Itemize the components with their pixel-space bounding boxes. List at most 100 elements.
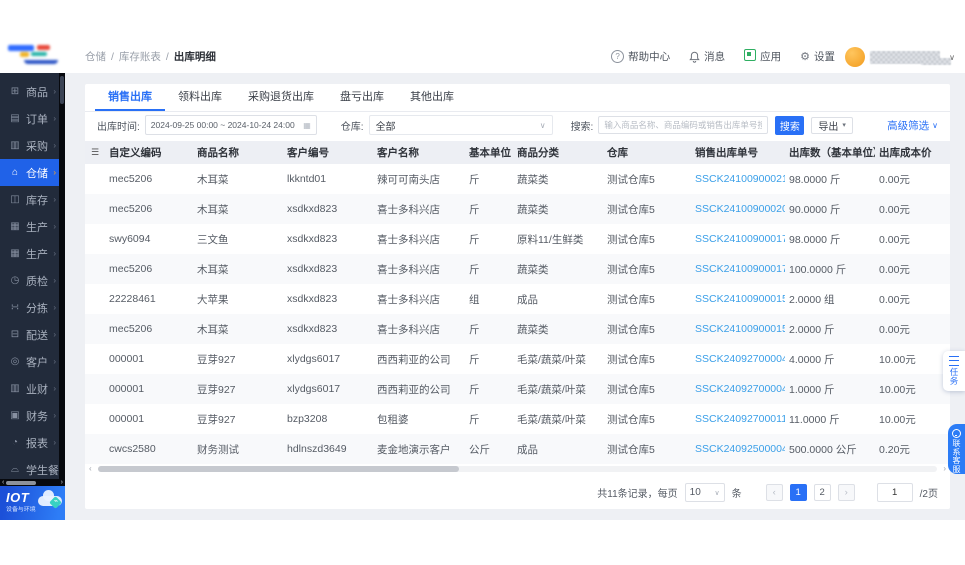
row-spacer xyxy=(85,164,105,194)
table-row: cwcs2580 财务测试 hdlnszd3649 麦金地演示客户 公斤 成品 测试仓库5 S… xyxy=(85,434,950,464)
cell-outbound-no[interactable]: SSCK24092700011 xyxy=(691,404,785,434)
scrollbar-thumb[interactable] xyxy=(98,466,459,472)
cell-customer-code: xsdkxd823 xyxy=(287,293,338,305)
cell-outbound-no[interactable]: SSCK24100900017 xyxy=(691,254,785,284)
cell-product-name: 豆芽927 xyxy=(197,413,236,426)
sidebar-horizontal-scrollbar[interactable]: ‹ › xyxy=(0,479,65,486)
content-area: 销售出库 领料出库 采购退货出库 盘亏出库 其他出库 出库时间: 2024-09-25 … xyxy=(65,73,965,520)
search-button[interactable]: 搜索 xyxy=(775,115,805,135)
sidebar-item-sorting[interactable]: ∺ 分拣 › xyxy=(0,294,65,321)
chevron-down-icon: ∨ xyxy=(714,489,720,497)
breadcrumb-current: 出库明细 xyxy=(173,51,216,63)
cell-cost-price: 10.00元 xyxy=(879,413,916,426)
help-center-label: 帮助中心 xyxy=(628,51,671,63)
page-button-2[interactable]: 2 xyxy=(813,484,831,501)
sidebar-item-warehouse[interactable]: ⌂ 仓储 › xyxy=(0,159,65,186)
date-range-input[interactable]: 2024-09-25 00:00 ~ 2024-10-24 24:00 ▦ xyxy=(144,115,317,135)
production-2-icon: ▦ xyxy=(10,248,20,259)
sidebar-item-production[interactable]: ▦ 生产 › xyxy=(0,213,65,240)
breadcrumb-item[interactable]: 库存账表 xyxy=(119,49,161,64)
tab-purchase-return-outbound[interactable]: 采购退货出库 xyxy=(235,84,327,111)
cell-customer-name: 喜士多科兴店 xyxy=(377,203,440,216)
products-icon: ⊞ xyxy=(10,86,20,97)
cell-customer-name: 辣可可南头店 xyxy=(377,173,440,186)
messages-label: 消息 xyxy=(704,51,726,63)
cell-outbound-no[interactable]: SSCK24100900015 xyxy=(691,284,785,314)
sidebar-item-business-finance[interactable]: ▥ 业财 › xyxy=(0,375,65,402)
cell-base-unit: 组 xyxy=(469,293,480,306)
cell-cost-price: 0.00元 xyxy=(879,263,910,276)
page-button-1[interactable]: 1 xyxy=(789,484,807,501)
sidebar-item-reports[interactable]: ◔ 报表 › xyxy=(0,429,65,456)
page-jump-input[interactable] xyxy=(876,483,913,502)
cell-cost-price: 0.20元 xyxy=(879,443,910,456)
contact-support-button[interactable]: 联系客服 xyxy=(948,424,965,474)
messages-button[interactable]: 消息 xyxy=(689,49,725,64)
cell-quantity: 11.0000 斤 xyxy=(789,413,840,426)
cell-outbound-no[interactable]: SSCK24092700004 xyxy=(691,344,785,374)
search-input[interactable] xyxy=(598,116,769,134)
sidebar-item-purchasing[interactable]: ▥ 采购 › xyxy=(0,132,65,159)
sidebar-item-customers[interactable]: ◎ 客户 › xyxy=(0,348,65,375)
row-spacer xyxy=(85,344,105,374)
apps-button[interactable]: 应用 xyxy=(744,49,781,64)
apps-icon xyxy=(744,49,757,64)
tasks-widget[interactable]: 任务 xyxy=(943,351,965,391)
settings-button[interactable]: ⚙ 设置 xyxy=(800,49,835,64)
cell-warehouse: 测试仓库5 xyxy=(607,293,655,306)
cell-warehouse: 测试仓库5 xyxy=(607,353,655,366)
breadcrumb-item[interactable]: 仓储 xyxy=(85,49,106,64)
task-list-icon xyxy=(949,356,959,366)
tab-other-outbound[interactable]: 其他出库 xyxy=(397,84,467,111)
scroll-right-icon[interactable]: › xyxy=(943,465,946,473)
records-total-text: 共11条记录，每页 xyxy=(597,489,678,500)
sidebar-item-products[interactable]: ⊞ 商品 › xyxy=(0,78,65,105)
export-button[interactable]: 导出 ▾ xyxy=(811,116,853,134)
cell-outbound-no[interactable]: SSCK24100900021 xyxy=(691,164,785,194)
tab-sales-outbound[interactable]: 销售出库 xyxy=(95,84,165,111)
cell-category: 蔬菜类 xyxy=(517,173,549,186)
help-center-button[interactable]: ? 帮助中心 xyxy=(611,49,670,64)
warehouse-select[interactable]: 全部 ∨ xyxy=(368,115,553,135)
sidebar-item-quality-check[interactable]: ◷ 质检 › xyxy=(0,267,65,294)
table-row: mec5206 木耳菜 xsdkxd823 喜士多科兴店 斤 蔬菜类 测试仓库5 SSCK24… xyxy=(85,194,950,224)
cell-base-unit: 斤 xyxy=(469,263,480,276)
scroll-left-icon[interactable]: ‹ xyxy=(89,465,92,473)
cell-cost-price: 10.00元 xyxy=(879,353,916,366)
per-page-unit: 条 xyxy=(731,489,742,500)
cell-outbound-no[interactable]: SSCK24092500004 xyxy=(691,434,785,464)
breadcrumb-separator: / xyxy=(165,50,169,63)
cell-quantity: 1.0000 斤 xyxy=(789,383,835,396)
sidebar-item-inventory[interactable]: ◫ 库存 › xyxy=(0,186,65,213)
sidebar-item-orders[interactable]: ▤ 订单 › xyxy=(0,105,65,132)
per-page-select[interactable]: 10 ∨ xyxy=(684,483,725,502)
cell-product-name: 大苹果 xyxy=(197,293,229,306)
cell-outbound-no[interactable]: SSCK24100900015 xyxy=(691,314,785,344)
next-page-button[interactable]: › xyxy=(837,484,855,501)
sidebar-item-delivery[interactable]: ⊟ 配送 › xyxy=(0,321,65,348)
delivery-icon: ⊟ xyxy=(10,329,20,340)
tab-material-outbound[interactable]: 领料出库 xyxy=(165,84,235,111)
advanced-filter-toggle[interactable]: 高级筛选 ∨ xyxy=(887,118,938,133)
cell-warehouse: 测试仓库5 xyxy=(607,233,655,246)
logo-shape xyxy=(37,45,50,50)
column-settings-icon[interactable]: ☰ xyxy=(85,141,105,164)
iot-banner[interactable]: IOT 设备与环境 ⌁ xyxy=(0,486,65,520)
cell-category: 原料11/生鲜类 xyxy=(517,233,584,246)
table-horizontal-scrollbar[interactable]: ‹ › xyxy=(89,465,946,473)
column-header-warehouse: 仓库 xyxy=(603,141,691,164)
cell-customer-code: xsdkxd823 xyxy=(287,233,338,245)
cell-customer-name: 麦金地演示客户 xyxy=(377,443,451,456)
prev-page-button[interactable]: ‹ xyxy=(765,484,783,501)
cell-outbound-no[interactable]: SSCK24100900017 xyxy=(691,224,785,254)
total-pages-text: /2页 xyxy=(919,489,938,500)
cell-product-name: 木耳菜 xyxy=(197,173,229,186)
sidebar-item-finance[interactable]: ▣ 财务 › xyxy=(0,402,65,429)
table-row: mec5206 木耳菜 lkkntd01 辣可可南头店 斤 蔬菜类 测试仓库5 SSCK241… xyxy=(85,164,950,194)
sidebar-item-production-2[interactable]: ▦ 生产 › xyxy=(0,240,65,267)
tab-loss-outbound[interactable]: 盘亏出库 xyxy=(327,84,397,111)
cell-outbound-no[interactable]: SSCK24092700004 xyxy=(691,374,785,404)
user-menu[interactable]: ∨ xyxy=(845,45,955,69)
reports-icon: ◔ xyxy=(11,437,19,448)
cell-outbound-no[interactable]: SSCK24100900020 xyxy=(691,194,785,224)
